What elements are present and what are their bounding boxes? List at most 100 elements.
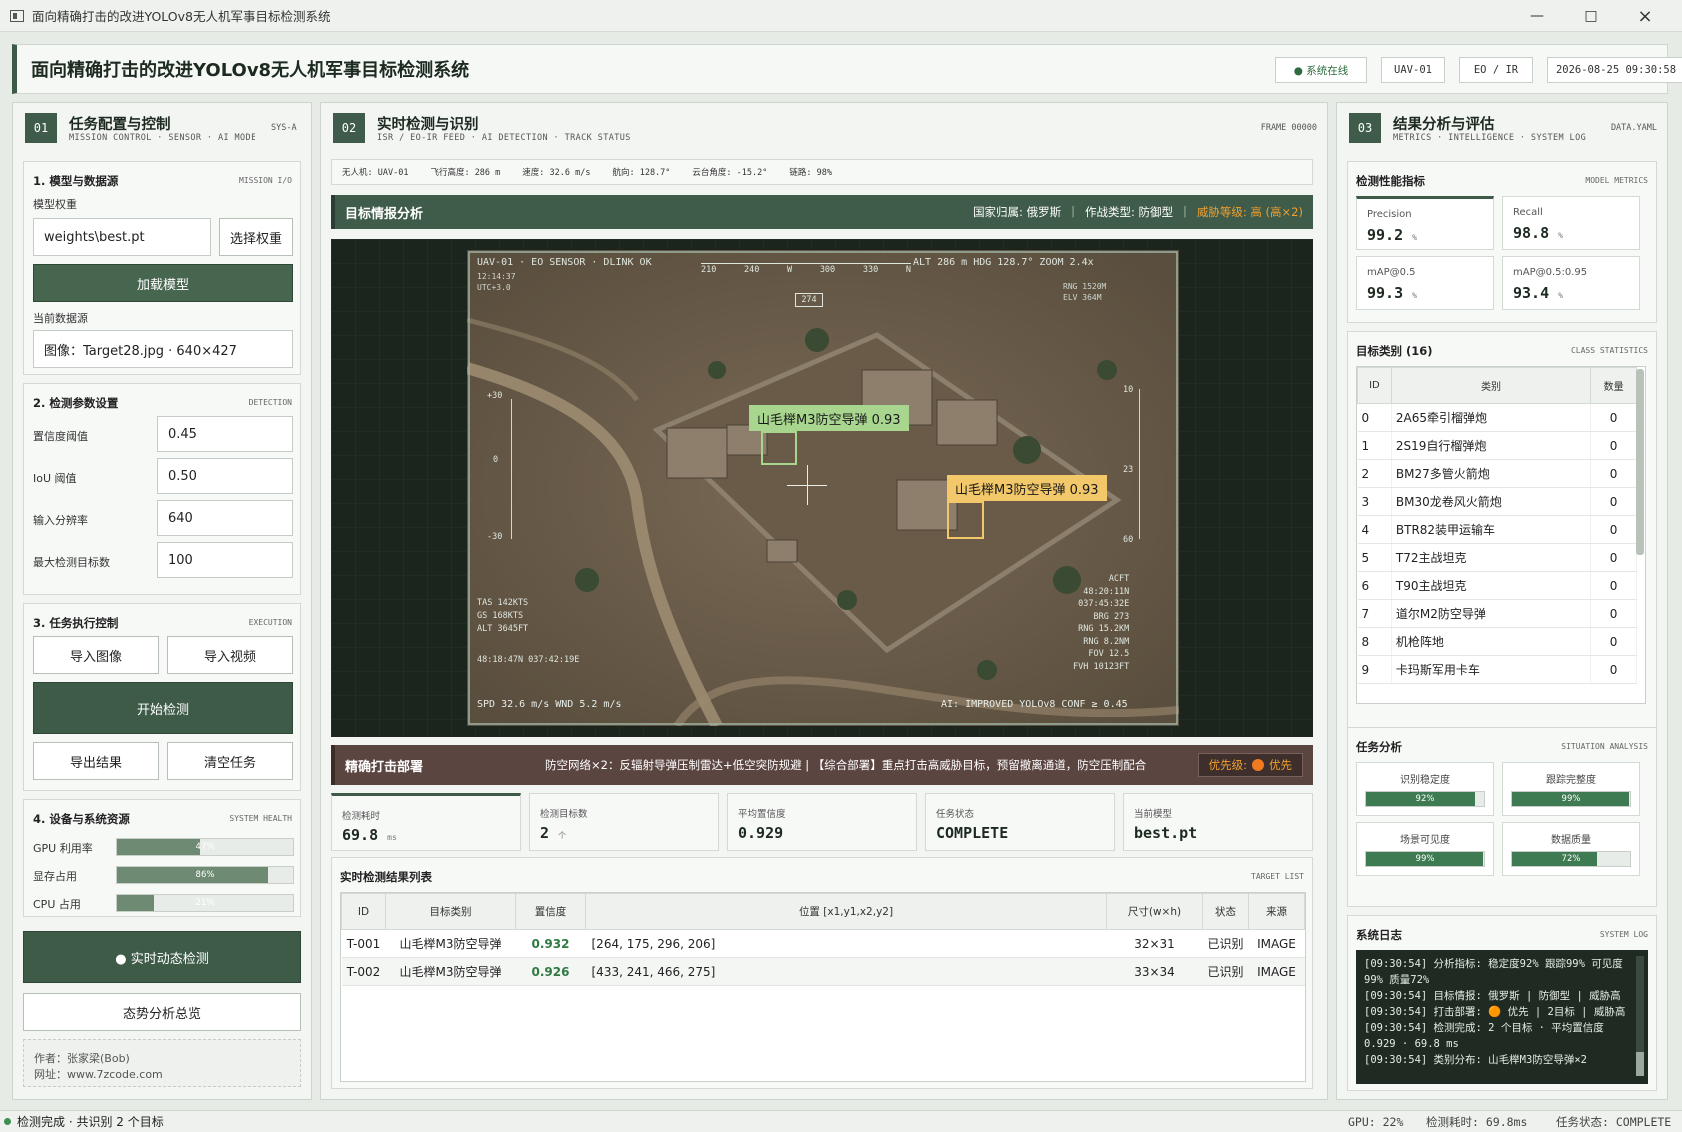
class-cell: 0 <box>1357 403 1392 432</box>
log-line: [09:30:54] 分析指标: 稳定度92% 跟踪99% 可见度99% 质量7… <box>1364 958 1623 986</box>
hud-left-scale-bottom: -30 <box>487 532 503 542</box>
import-image-button[interactable]: 导入图像 <box>33 636 159 674</box>
author-text: 作者：张家梁(Bob) <box>34 1052 130 1065</box>
class-cell: 0 <box>1590 403 1637 432</box>
class-header[interactable]: 数量 <box>1590 367 1637 404</box>
table-row[interactable]: T-002 山毛榉M3防空导弹 0.926 [433, 241, 466, 275] 3… <box>341 957 1305 986</box>
vram-usage-bar: 86% <box>116 866 294 884</box>
panel-number: 01 <box>25 113 57 143</box>
choose-weight-button[interactable]: 选择权重 <box>219 218 293 256</box>
table-row[interactable]: 0 2A65牵引榴弹炮 0 <box>1357 403 1637 432</box>
table-row[interactable]: T-001 山毛榉M3防空导弹 0.932 [264, 175, 296, 206] 3… <box>341 929 1305 958</box>
input-size-input[interactable]: 640 <box>157 500 293 536</box>
results-cell: 33×34 <box>1106 957 1203 986</box>
minimize-icon[interactable]: — <box>1514 0 1560 32</box>
detection-box[interactable] <box>947 501 984 539</box>
results-header[interactable]: 位置 [x1,y1,x2,y2] <box>585 893 1107 930</box>
class-header[interactable]: 类别 <box>1390 367 1592 404</box>
maximize-icon[interactable]: □ <box>1568 0 1614 32</box>
class-cell: 道尔M2防空导弹 <box>1391 599 1592 628</box>
source-label: 当前数据源 <box>33 312 88 325</box>
telemetry-heading: 航向: 128.7° <box>612 168 671 178</box>
class-cell: BM30龙卷风火箭炮 <box>1391 487 1592 516</box>
hud-utc: UTC+3.0 <box>477 283 511 292</box>
results-cell: 32×31 <box>1106 929 1203 958</box>
export-results-button[interactable]: 导出结果 <box>33 742 159 780</box>
stat-card: 任务状态 COMPLETE <box>925 793 1115 851</box>
realtime-detection-button[interactable]: ● 实时动态检测 <box>23 931 301 983</box>
results-header[interactable]: 状态 <box>1202 893 1249 930</box>
results-header[interactable]: 目标类别 <box>385 893 516 930</box>
table-row[interactable]: 4 BTR82装甲运输车 0 <box>1357 515 1637 544</box>
conf-threshold-input[interactable]: 0.45 <box>157 416 293 452</box>
section-title: 3. 任务执行控制 <box>33 616 119 630</box>
import-video-button[interactable]: 导入视频 <box>167 636 293 674</box>
table-row[interactable]: 3 BM30龙卷风火箭炮 0 <box>1357 487 1637 516</box>
class-cell: 7 <box>1357 599 1392 628</box>
system-log: [09:30:54] 分析指标: 稳定度92% 跟踪99% 可见度99% 质量7… <box>1356 950 1648 1084</box>
load-model-button[interactable]: 加载模型 <box>33 264 293 302</box>
table-row[interactable]: 9 卡玛斯军用卡车 0 <box>1357 655 1637 684</box>
table-row[interactable]: 2 BM27多管火箭炮 0 <box>1357 459 1637 488</box>
metric-label: mAP@0.5:0.95 <box>1513 267 1588 278</box>
table-row[interactable]: 8 机枪阵地 0 <box>1357 627 1637 656</box>
class-cell: 0 <box>1590 571 1637 600</box>
hud-time: 12:14:37 <box>477 272 516 281</box>
class-table-scrollbar[interactable] <box>1636 369 1644 555</box>
gpu-usage-bar: 47% <box>116 838 294 856</box>
max-det-input[interactable]: 100 <box>157 542 293 578</box>
app-icon <box>10 9 24 22</box>
results-table: ID 目标类别 置信度 位置 [x1,y1,x2,y2] 尺寸(w×h) 状态 来源 T-00… <box>341 893 1305 986</box>
results-header[interactable]: ID <box>341 893 386 930</box>
metric-label: mAP@0.5 <box>1367 267 1416 278</box>
iou-threshold-input[interactable]: 0.50 <box>157 458 293 494</box>
intel-country: 国家归属: 俄罗斯 <box>973 205 1062 219</box>
stat-value: 2 个 <box>540 824 567 842</box>
class-cell: 2A65牵引榴弹炮 <box>1391 403 1592 432</box>
class-header[interactable]: ID <box>1357 367 1392 404</box>
table-row[interactable]: 7 道尔M2防空导弹 0 <box>1357 599 1637 628</box>
analysis-label: 识别稳定度 <box>1400 775 1450 786</box>
log-scrollbar[interactable] <box>1636 956 1644 1076</box>
panel-tag: DATA.YAML <box>1610 123 1657 133</box>
log-line: [09:30:54] 检测完成: 2 个目标 · 平均置信度 0.929 · 6… <box>1364 1022 1604 1050</box>
class-cell: T90主战坦克 <box>1391 571 1592 600</box>
video-viewport[interactable]: UAV-01 · EO SENSOR · DLINK OK ALT 286 m … <box>331 239 1313 737</box>
left-panel: 01 任务配置与控制 MISSION CONTROL · SENSOR · AI… <box>12 102 312 1100</box>
results-cell: IMAGE <box>1248 957 1305 986</box>
results-header[interactable]: 尺寸(w×h) <box>1106 893 1203 930</box>
table-row[interactable]: 6 T90主战坦克 0 <box>1357 571 1637 600</box>
stat-value: 0.929 <box>738 824 784 842</box>
analysis-bar: 99% <box>1365 851 1485 867</box>
results-cell: 已识别 <box>1202 929 1249 958</box>
panel-subtitle: MISSION CONTROL · SENSOR · AI MODEL <box>69 133 255 143</box>
strike-title: 精确打击部署 <box>345 759 424 775</box>
start-detection-button[interactable]: 开始检测 <box>33 682 293 734</box>
table-row[interactable]: 5 T72主战坦克 0 <box>1357 543 1637 572</box>
results-cell: IMAGE <box>1248 929 1305 958</box>
source-field[interactable]: 图像：Target28.jpg · 640×427 <box>33 330 293 368</box>
situation-overview-button[interactable]: 态势分析总览 <box>23 993 301 1031</box>
metrics-section: 检测性能指标 MODEL METRICS Precision 99.2 % Rec… <box>1347 161 1657 323</box>
clear-task-button[interactable]: 清空任务 <box>167 742 293 780</box>
class-cell: 0 <box>1590 515 1637 544</box>
log-line: [09:30:54] 目标情报: 俄罗斯 | 防御型 | 威胁高 <box>1364 990 1621 1002</box>
hud-bottom-left: SPD 32.6 m/s WND 5.2 m/s <box>477 699 622 710</box>
class-cell: 0 <box>1590 459 1637 488</box>
class-cell: BTR82装甲运输车 <box>1391 515 1592 544</box>
hud-right-scale-mid: 23 <box>1123 465 1134 475</box>
close-icon[interactable]: × <box>1622 0 1668 32</box>
section-tag: SYSTEM LOG <box>1599 930 1648 939</box>
weight-path-field[interactable]: weights\best.pt <box>33 218 211 256</box>
section-tag: TARGET LIST <box>1251 872 1304 881</box>
analysis-card: 识别稳定度 92% <box>1356 762 1494 816</box>
author-info: 作者：张家梁(Bob) 网址：www.7zcode.com <box>23 1039 301 1087</box>
class-cell: 6 <box>1357 571 1392 600</box>
hud-heading-box: 274 <box>795 293 823 307</box>
results-header[interactable]: 置信度 <box>515 893 586 930</box>
section-tag: MISSION I/O <box>239 176 292 185</box>
site-text: 网址：www.7zcode.com <box>34 1068 163 1081</box>
table-row[interactable]: 1 2S19自行榴弹炮 0 <box>1357 431 1637 460</box>
detection-box[interactable] <box>761 431 797 465</box>
results-header[interactable]: 来源 <box>1248 893 1305 930</box>
